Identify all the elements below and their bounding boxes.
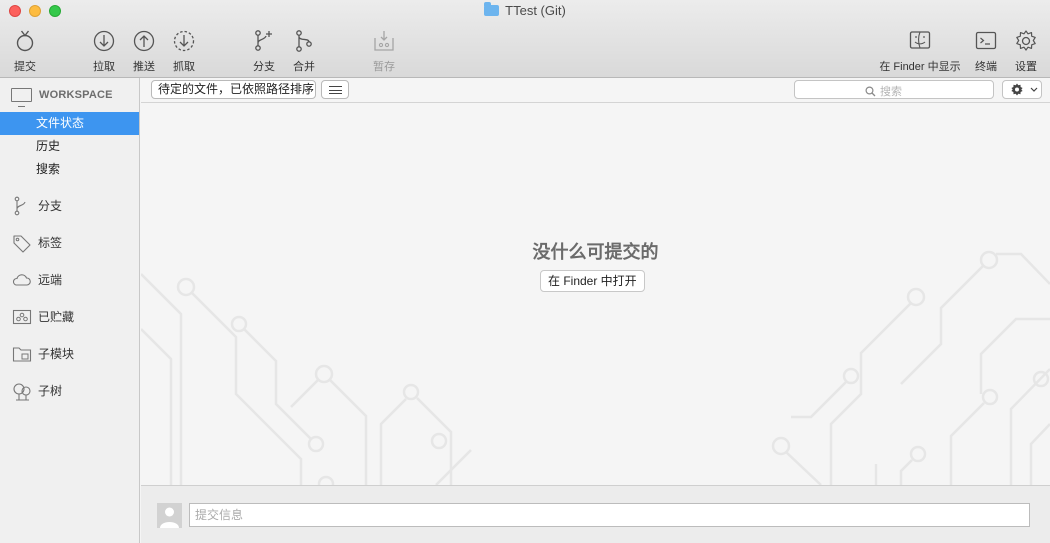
push-label: 推送	[133, 61, 155, 73]
show-in-finder-label: 在 Finder 中显示	[879, 61, 961, 73]
sidebar-section-label: 远端	[38, 273, 63, 287]
file-sort-select-value: 待定的文件，已依照路径排序	[158, 82, 315, 96]
commit-button[interactable]: 提交	[0, 28, 50, 74]
sidebar-section-label: 标签	[38, 236, 63, 250]
sidebar-section-remotes[interactable]: 远端	[0, 261, 139, 298]
commit-message-input[interactable]: 提交信息	[189, 503, 1030, 527]
fetch-button[interactable]: 抓取	[159, 28, 209, 74]
window-title: TTest (Git)	[0, 2, 1050, 18]
stash-label: 暂存	[373, 61, 395, 73]
workspace-title: WORKSPACE	[39, 89, 113, 101]
commit-bar: 提交信息	[141, 485, 1050, 543]
sidebar-item-file-status[interactable]: 文件状态	[0, 112, 139, 135]
sidebar-section-submodules[interactable]: 子模块	[0, 335, 139, 372]
sidebar-section-label: 分支	[38, 199, 63, 213]
sidebar-section-branches[interactable]: 分支	[0, 187, 139, 224]
titlebar: TTest (Git) 提交 拉取 推送 抓取 分支 合并 暂存 在 Finde…	[0, 0, 1050, 78]
sidebar: WORKSPACE 文件状态 历史 搜索 分支 标签 远端 已贮藏 子模块 子树	[0, 78, 140, 543]
stash-button[interactable]: 暂存	[359, 28, 409, 74]
workspace-header: WORKSPACE	[0, 78, 139, 112]
folder-icon	[484, 2, 500, 16]
tree-icon	[13, 382, 31, 401]
merge-button[interactable]: 合并	[279, 28, 329, 74]
pull-label: 拉取	[93, 61, 115, 73]
settings-button[interactable]: 设置	[1001, 28, 1050, 74]
avatar	[157, 503, 182, 528]
search-field[interactable]: 搜索	[794, 80, 994, 99]
sidebar-item-search[interactable]: 搜索	[0, 158, 139, 181]
settings-label: 设置	[1015, 61, 1037, 73]
show-in-finder-button[interactable]: 在 Finder 中显示	[870, 28, 970, 74]
view-mode-button[interactable]	[321, 80, 349, 99]
search-icon	[865, 85, 876, 96]
monitor-icon	[11, 88, 32, 107]
commit-icon	[16, 30, 34, 52]
commit-label: 提交	[14, 61, 36, 73]
file-status-panel: 没什么可提交的 在 Finder 中打开	[141, 104, 1050, 485]
submodule-folder-icon	[12, 346, 32, 362]
user-placeholder-icon	[157, 503, 182, 528]
gear-icon	[1016, 30, 1036, 51]
file-options-button[interactable]	[1002, 80, 1042, 99]
sidebar-section-subtrees[interactable]: 子树	[0, 372, 139, 409]
fetch-label: 抓取	[173, 61, 195, 73]
branch-label: 分支	[253, 61, 275, 73]
stash-icon	[374, 31, 394, 51]
open-in-finder-button[interactable]: 在 Finder 中打开	[540, 270, 645, 292]
sidebar-item-history[interactable]: 历史	[0, 135, 139, 158]
terminal-icon	[975, 31, 997, 50]
tag-icon	[13, 234, 31, 253]
sidebar-section-stashes[interactable]: 已贮藏	[0, 298, 139, 335]
terminal-label: 终端	[975, 61, 997, 73]
branch-icon	[14, 196, 26, 215]
chevron-down-icon: ⌄	[302, 84, 310, 94]
gear-icon	[1011, 83, 1038, 96]
arrow-down-circle-icon	[93, 30, 115, 52]
file-filter-bar: 待定的文件，已依照路径排序 ⌄ 搜索	[141, 78, 1050, 103]
cloud-icon	[12, 273, 31, 286]
stash-icon	[12, 309, 32, 324]
sidebar-section-label: 子树	[38, 384, 63, 398]
sidebar-section-tags[interactable]: 标签	[0, 224, 139, 261]
empty-state-title: 没什么可提交的	[532, 242, 659, 262]
arrow-up-circle-icon	[133, 30, 155, 52]
merge-label: 合并	[293, 61, 315, 73]
merge-icon	[296, 30, 312, 52]
search-placeholder: 搜索	[880, 86, 902, 98]
fetch-icon	[173, 30, 195, 52]
circuit-background-graphic	[141, 250, 1050, 485]
window-title-text: TTest (Git)	[505, 3, 566, 18]
sidebar-section-label: 子模块	[38, 347, 75, 361]
search-placeholder-group: 搜索	[865, 83, 902, 99]
app-window: TTest (Git) 提交 拉取 推送 抓取 分支 合并 暂存 在 Finde…	[0, 0, 1050, 543]
finder-icon	[909, 31, 931, 49]
branch-icon	[255, 30, 272, 51]
sidebar-section-label: 已贮藏	[38, 310, 75, 324]
file-sort-select[interactable]: 待定的文件，已依照路径排序 ⌄	[151, 80, 316, 99]
